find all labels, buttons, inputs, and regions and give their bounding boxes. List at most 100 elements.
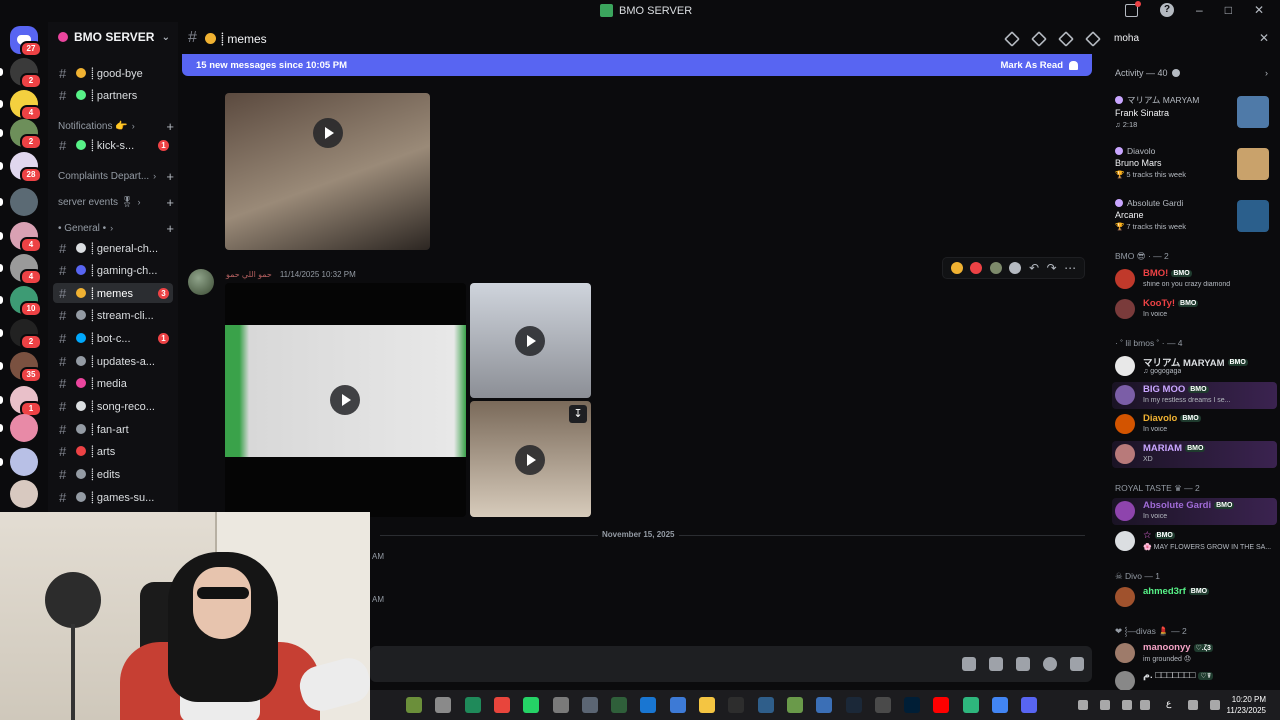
message-author[interactable]: حمو اللي حمو xyxy=(226,270,272,279)
onedrive-icon[interactable] xyxy=(1100,700,1110,710)
play-button-icon[interactable] xyxy=(515,445,545,475)
minimize-button[interactable]: – xyxy=(1196,3,1203,17)
settings-icon[interactable] xyxy=(552,697,569,713)
steam-icon[interactable] xyxy=(845,697,862,713)
whatsapp-icon[interactable] xyxy=(523,697,540,713)
server-icon[interactable]: 4 xyxy=(10,222,42,253)
photoshop-icon[interactable] xyxy=(904,697,921,713)
photos-icon[interactable] xyxy=(669,697,686,713)
add-reaction-icon[interactable] xyxy=(1009,262,1022,274)
xbox-icon[interactable] xyxy=(464,697,481,713)
file-explorer-icon[interactable] xyxy=(435,697,452,713)
member-item[interactable]: ahmed3rf BMO xyxy=(1112,584,1277,611)
server-icon[interactable] xyxy=(10,448,38,476)
server-icon[interactable]: 4 xyxy=(10,90,42,121)
epic-games-icon[interactable] xyxy=(728,697,745,713)
member-item[interactable]: BMO! BMO shine on you crazy diamond xyxy=(1112,266,1277,293)
forward-icon[interactable]: ↷ xyxy=(1047,261,1057,275)
activity-card[interactable]: Absolute Gardi Arcane 🏆 7 tracks this week xyxy=(1115,198,1275,238)
volume-icon[interactable] xyxy=(1210,700,1220,710)
defender-icon[interactable] xyxy=(640,697,657,713)
help-icon[interactable]: ? xyxy=(1160,3,1174,17)
gift-icon[interactable] xyxy=(962,657,976,671)
channel-category[interactable]: • General • › + xyxy=(58,220,174,236)
add-channel-icon[interactable]: + xyxy=(166,119,174,134)
server-icon[interactable]: 2 xyxy=(10,119,42,150)
input-language[interactable]: ع xyxy=(1166,698,1171,709)
add-channel-icon[interactable]: + xyxy=(166,169,174,184)
inbox-icon[interactable] xyxy=(1125,0,1141,17)
server-icon[interactable]: 1 xyxy=(10,386,42,417)
keyboard-icon[interactable] xyxy=(1140,700,1150,710)
wifi-icon[interactable] xyxy=(1188,700,1198,710)
taskbar-clock[interactable]: 10:20 PM 11/23/2025 xyxy=(1227,694,1266,716)
channel-item[interactable]: # ⸽ good-bye xyxy=(53,63,173,83)
message-author-avatar[interactable] xyxy=(188,269,214,295)
member-item[interactable]: KooTy! BMO In voice xyxy=(1112,296,1277,323)
activity-card[interactable]: マリアム MARYAM Frank Sinatra ♫ 2:18 xyxy=(1115,94,1275,134)
channel-item[interactable]: # ⸽ gaming-ch... xyxy=(53,260,173,280)
member-list-icon[interactable] xyxy=(1084,30,1098,44)
message-composer[interactable] xyxy=(370,646,1092,682)
sticker-icon[interactable] xyxy=(1016,657,1030,671)
server-icon[interactable]: 4 xyxy=(10,254,42,285)
member-item[interactable]: م. □□□□□□□ ♡☤ xyxy=(1112,668,1277,690)
server-icon[interactable]: 28 xyxy=(10,152,42,183)
chrome-profile-icon[interactable] xyxy=(992,697,1008,713)
member-item[interactable]: ☆ BMO 🌸 MAY FLOWERS GROW IN THE SA... xyxy=(1112,528,1277,555)
camera-icon[interactable] xyxy=(581,697,598,713)
download-icon[interactable]: ↧ xyxy=(569,405,587,423)
sad-emoji-icon[interactable] xyxy=(950,262,963,274)
video-attachment[interactable] xyxy=(225,283,466,517)
channel-item[interactable]: # ⸽ stream-cli... xyxy=(53,305,173,325)
member-item[interactable]: MARIAM BMO XD xyxy=(1112,441,1277,468)
apps-icon[interactable] xyxy=(1070,657,1084,671)
channel-item[interactable]: # ⸽ partners xyxy=(53,85,173,105)
server-icon[interactable] xyxy=(10,414,38,442)
channel-item[interactable]: # ⸽ media xyxy=(53,373,173,393)
member-item[interactable]: マリアム MARYAM BMO ♫ gogogaga xyxy=(1112,353,1277,380)
member-item[interactable]: manoonyy ♡.ζ3 im grounded 😞 xyxy=(1112,640,1277,667)
play-button-icon[interactable] xyxy=(313,118,343,148)
server-icon[interactable]: 2 xyxy=(10,319,42,350)
member-item[interactable]: BIG MOO BMO In my restless dreams I se... xyxy=(1112,382,1277,409)
channel-category[interactable]: Complaints Depart... › + xyxy=(58,168,174,184)
channel-item[interactable]: # ⸽ memes 3 xyxy=(53,283,173,303)
video-attachment[interactable]: ↧ xyxy=(470,401,591,517)
reply-icon[interactable]: ↶ xyxy=(1029,261,1039,275)
channel-item[interactable]: # ⸽ games-su... xyxy=(53,487,173,507)
server-header[interactable]: BMO SERVER ⌄ xyxy=(48,22,178,52)
heart-emoji-icon[interactable] xyxy=(970,262,983,274)
member-item[interactable]: Absolute Gardi BMO In voice xyxy=(1112,498,1277,525)
play-button-icon[interactable] xyxy=(515,326,545,356)
terminal-icon[interactable] xyxy=(611,697,628,713)
channel-item[interactable]: # ⸽ kick-s... 1 xyxy=(53,135,173,155)
spotify-icon[interactable] xyxy=(962,697,979,713)
folder-icon[interactable] xyxy=(699,697,715,713)
gear-icon[interactable] xyxy=(1171,69,1180,77)
emoji-icon[interactable] xyxy=(1043,657,1057,671)
show-hidden-icons-icon[interactable] xyxy=(1078,700,1088,710)
minecraft-icon[interactable] xyxy=(786,697,803,713)
chevron-down-icon[interactable]: ⌄ xyxy=(162,32,170,43)
microphone-icon[interactable] xyxy=(1122,700,1132,710)
activity-card[interactable]: Diavolo Bruno Mars 🏆 5 tracks this week xyxy=(1115,146,1275,186)
calculator-icon[interactable] xyxy=(816,697,833,713)
clear-search-icon[interactable]: ✕ xyxy=(1259,31,1269,45)
custom-emoji-icon[interactable] xyxy=(989,262,1002,274)
gif-icon[interactable] xyxy=(989,657,1003,671)
threads-icon[interactable] xyxy=(1003,30,1017,44)
discord-icon[interactable] xyxy=(1021,697,1038,713)
channel-item[interactable]: # ⸽ edits xyxy=(53,464,173,484)
direct-messages-icon[interactable]: 27 xyxy=(10,26,42,57)
channel-item[interactable]: # ⸽ arts xyxy=(53,441,173,461)
chrome-icon[interactable] xyxy=(493,697,510,713)
pin-icon[interactable] xyxy=(1057,30,1071,44)
app-icon[interactable] xyxy=(874,697,891,713)
capture-icon[interactable] xyxy=(757,697,774,713)
channel-item[interactable]: # ⸽ updates-a... xyxy=(53,351,173,371)
play-button-icon[interactable] xyxy=(330,385,360,415)
close-window-button[interactable]: ✕ xyxy=(1254,3,1264,17)
chevron-right-icon[interactable]: › xyxy=(1265,68,1268,78)
maximize-button[interactable]: □ xyxy=(1225,3,1232,17)
